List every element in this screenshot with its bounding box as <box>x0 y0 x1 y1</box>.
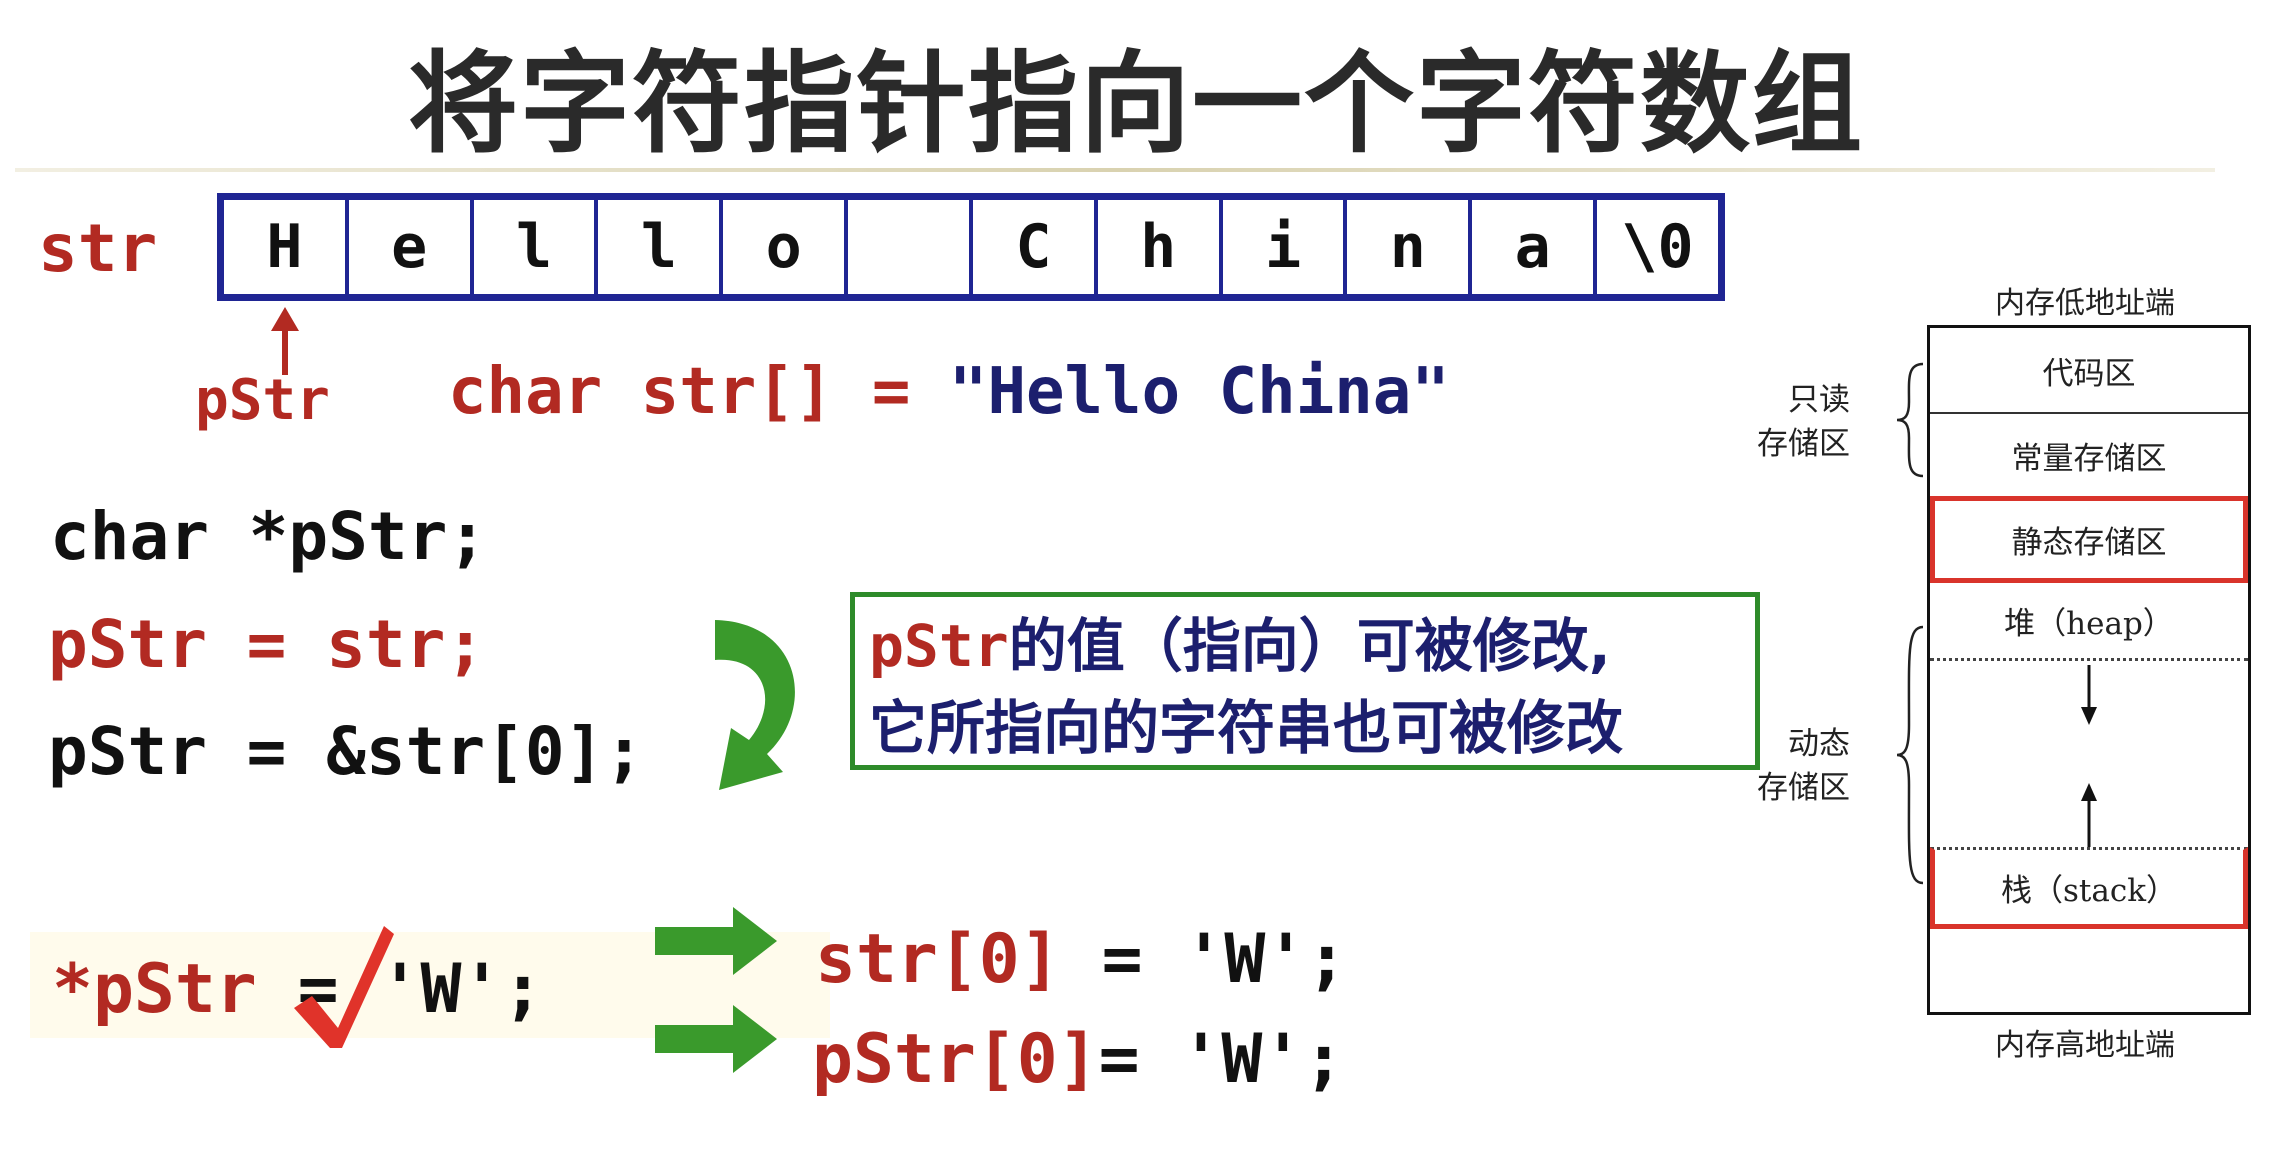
array-cell: H <box>224 200 349 294</box>
declaration-prefix: char str[] = <box>448 355 949 429</box>
memory-low-address-label: 内存低地址端 <box>1995 286 2175 321</box>
array-cell: C <box>973 200 1098 294</box>
equiv2-lhs: pStr[0] <box>812 1020 1099 1099</box>
declaration-literal: "Hello China" <box>948 355 1450 429</box>
right-arrow-icon <box>655 1005 777 1073</box>
note-code: pStr <box>869 612 1009 680</box>
slide-title: 将字符指针指向一个字符数组 <box>408 40 1864 168</box>
deref-lhs: *pStr <box>52 950 257 1029</box>
array-cell: l <box>598 200 724 294</box>
segment-code: 代码区 <box>1930 328 2248 414</box>
array-name-label: str <box>38 210 158 287</box>
array-cell: \0 <box>1621 212 1694 282</box>
array-declaration: char str[] = "Hello China" <box>448 355 1450 429</box>
note-line-1: pStr的值（指向）可被修改, <box>869 605 1741 687</box>
right-arrow-icon <box>655 907 777 975</box>
readonly-area-label: 只读 存储区 <box>1757 378 1850 466</box>
equiv1-lhs: str[0] <box>815 920 1061 999</box>
array-cell: a <box>1472 200 1598 294</box>
code-line-assign-str: pStr = str; <box>48 606 486 683</box>
dynamic-label-line-1: 动态 <box>1788 726 1850 762</box>
check-mark-icon <box>294 926 394 1048</box>
code-line3-part-b: &str[0]; <box>326 713 645 790</box>
segment-const: 常量存储区 <box>2011 440 2167 477</box>
code-line-assign-address: pStr = &str[0]; <box>48 713 644 790</box>
note-text-1: 的值（指向）可被修改, <box>1008 612 1611 680</box>
segment-stack: 栈（stack） <box>1930 847 2248 929</box>
segment-free-space <box>1930 661 2248 847</box>
segment-static: 静态存储区 <box>1930 496 2248 583</box>
code-line3-part-a: pStr = <box>48 713 327 790</box>
curved-arrow-icon <box>715 620 795 790</box>
array-cell: o <box>723 200 849 294</box>
readonly-label-line-1: 只读 <box>1788 382 1850 418</box>
equivalent-assignment-1: str[0] = 'W'; <box>815 920 1347 999</box>
dynamic-area-label: 动态 存储区 <box>1757 722 1850 810</box>
pointer-arrow-icon <box>271 307 299 375</box>
array-cell: n <box>1347 200 1473 294</box>
equivalent-assignment-2: pStr[0]= 'W'; <box>812 1020 1344 1099</box>
note-line-2: 它所指向的字符串也可被修改 <box>869 694 1624 762</box>
readonly-label-line-2: 存储区 <box>1757 426 1850 462</box>
dynamic-label-line-2: 存储区 <box>1757 770 1850 806</box>
array-cell: e <box>349 200 474 294</box>
code-line-declare: char *pStr; <box>50 498 488 575</box>
readonly-brace-icon <box>1896 362 1924 478</box>
array-cell: h <box>1098 200 1223 294</box>
title-divider <box>15 168 2215 172</box>
memory-layout: 代码区 常量存储区 静态存储区 堆（heap） 栈（stack） <box>1927 325 2251 1015</box>
note-box: pStr的值（指向）可被修改, 它所指向的字符串也可被修改 <box>850 592 1760 770</box>
pointer-label: pStr <box>195 368 330 433</box>
equiv2-rest: = 'W'; <box>1098 1020 1345 1099</box>
segment-bottom <box>1930 929 2248 1015</box>
segment-heap: 堆（heap） <box>1930 583 2248 661</box>
growth-arrows-icon <box>2081 665 2097 847</box>
array-cell: l <box>474 200 599 294</box>
dynamic-brace-icon <box>1896 625 1924 885</box>
memory-high-address-label: 内存高地址端 <box>1995 1028 2175 1063</box>
equiv1-rest: = 'W'; <box>1060 920 1348 999</box>
char-array: H e l l o C h i n a \0 <box>217 193 1725 301</box>
array-cell <box>848 200 973 294</box>
deref-value: 'W'; <box>379 950 544 1029</box>
array-cell: i <box>1223 200 1348 294</box>
